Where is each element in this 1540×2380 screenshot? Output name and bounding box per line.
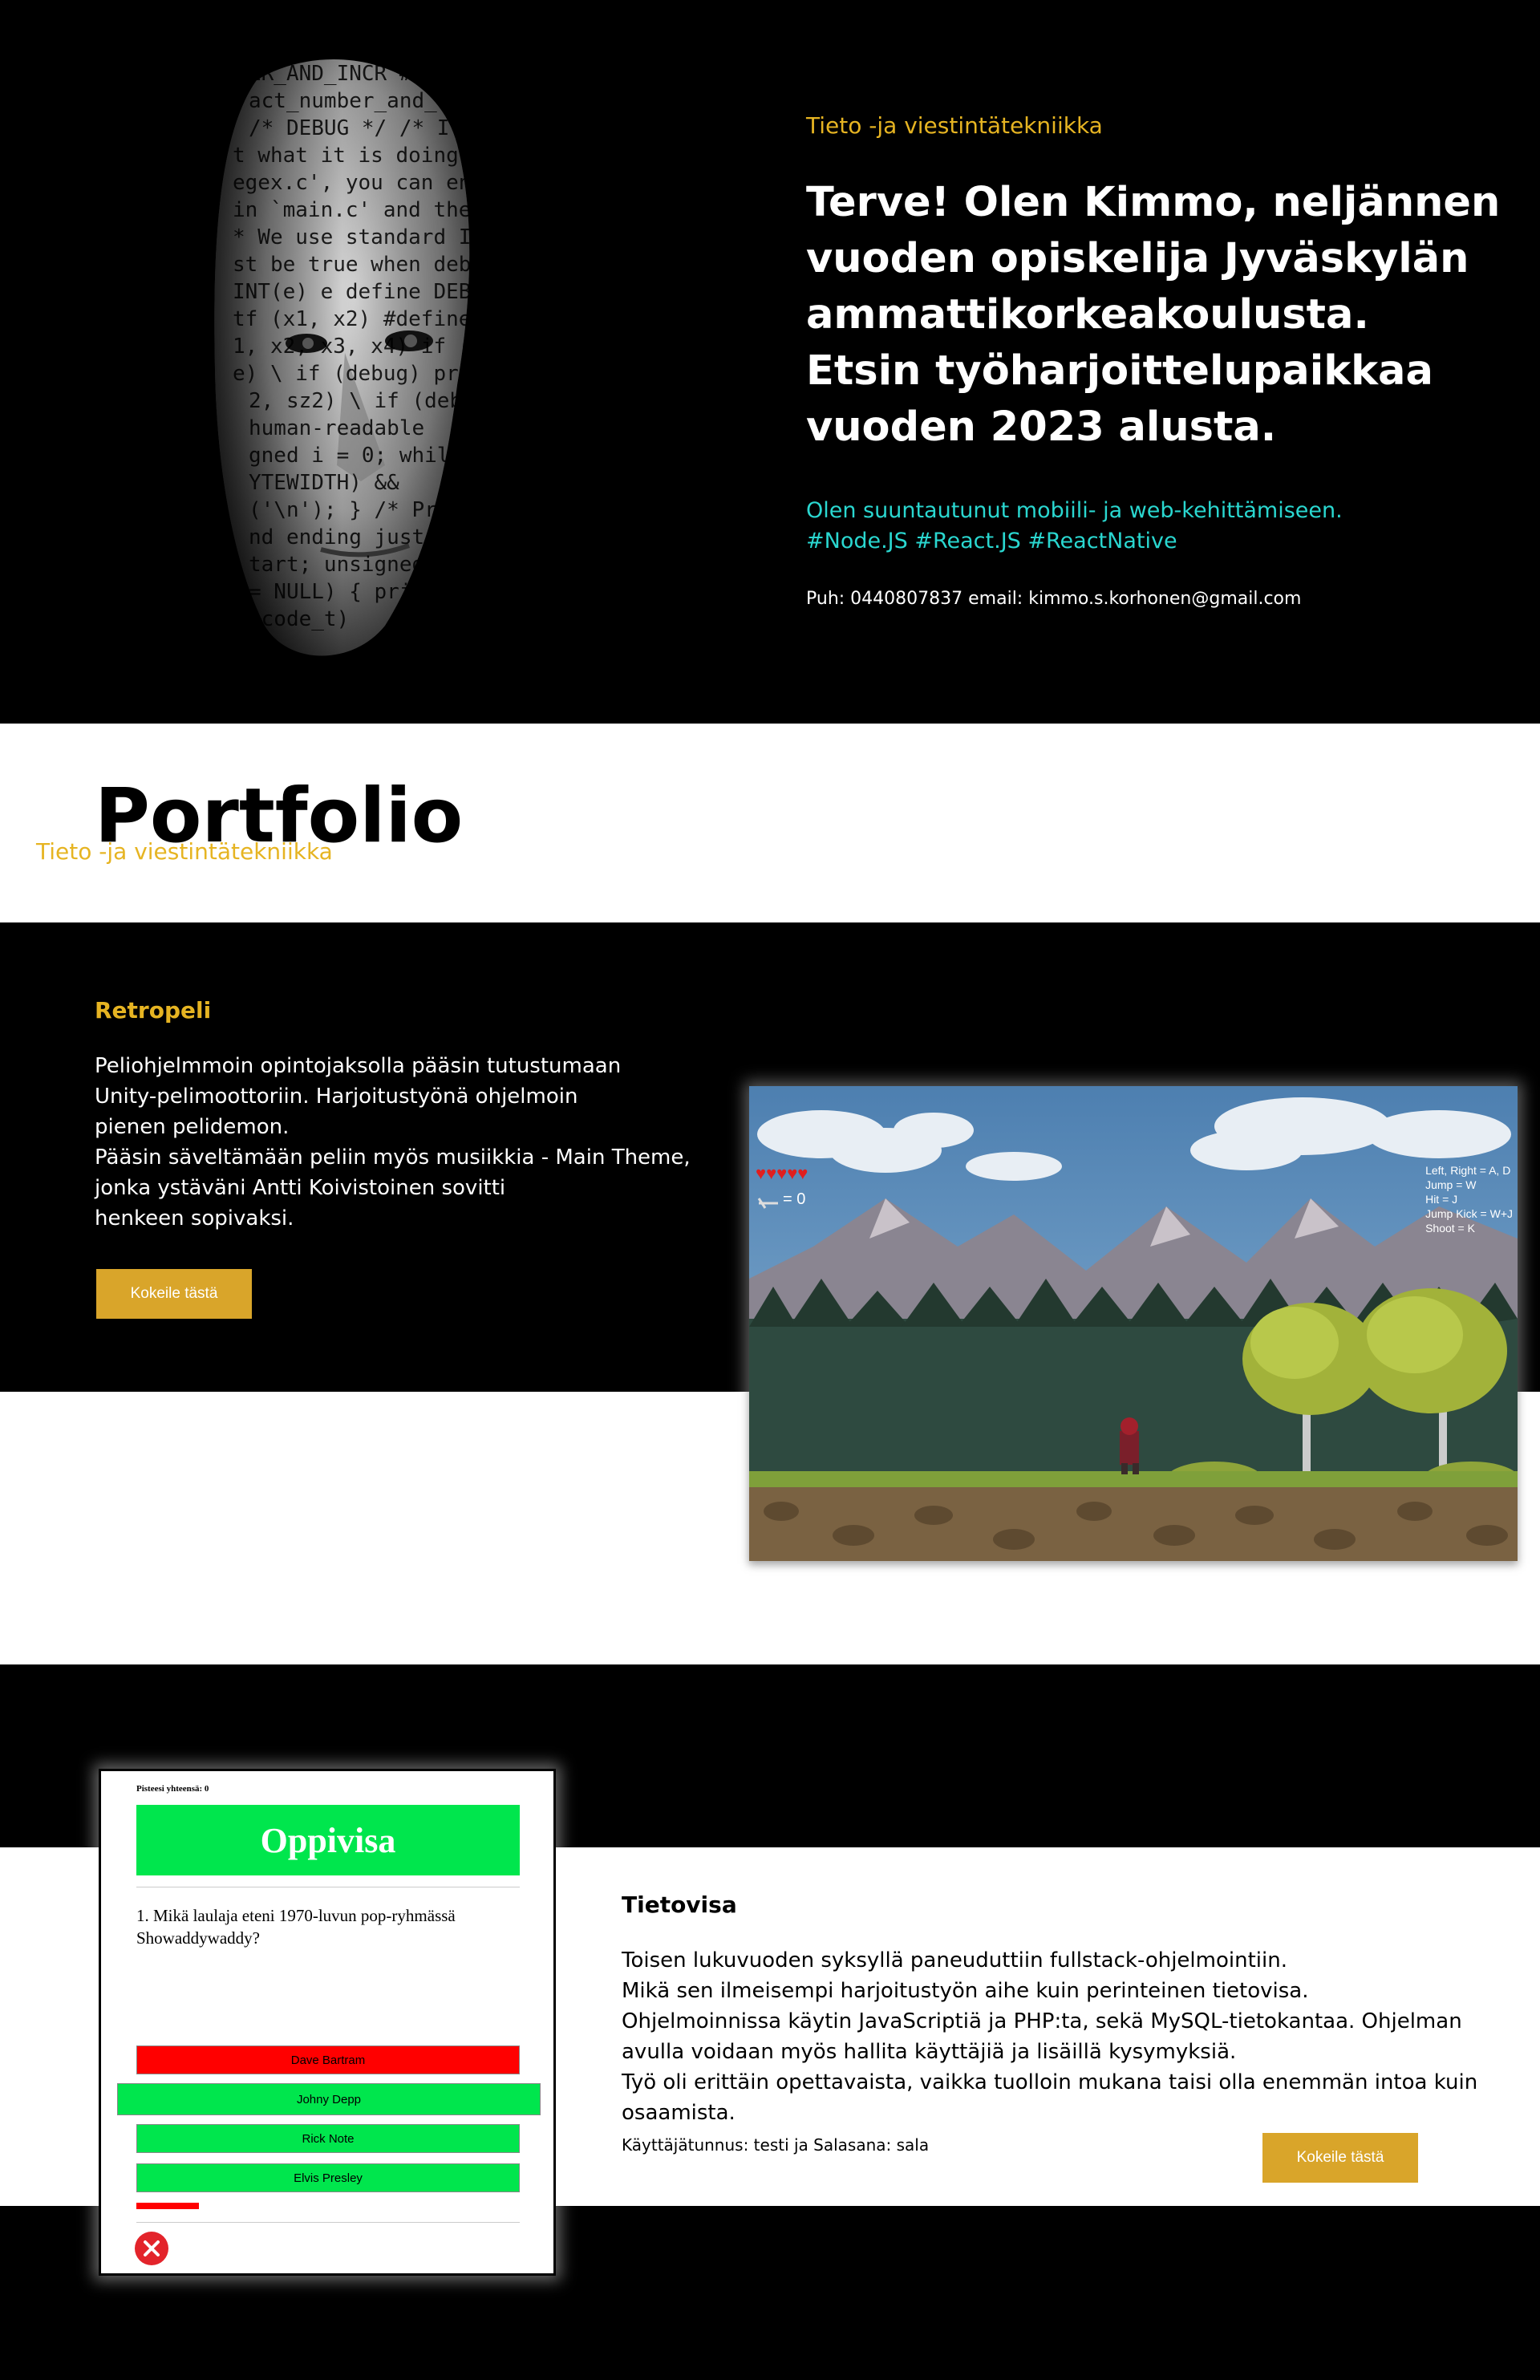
portrait-code-line: tf (x1, x2) #define DE — [233, 307, 473, 331]
portrait-code-line: ocode_t) — [249, 607, 349, 631]
portrait-code-line: * We use standard I/ — [233, 225, 473, 249]
ammo-count: = 0 — [783, 1190, 806, 1208]
quiz-banner: Oppivisa — [136, 1805, 520, 1875]
answer-button[interactable]: Johny Depp — [117, 2083, 541, 2115]
description-line: Peliohjelmmoin opintojaksolla pääsin tut… — [95, 1054, 622, 1078]
hero-title-line: Etsin työharjoittelupaikkaa — [806, 347, 1433, 395]
description-line: osaamista. — [622, 2101, 736, 2125]
description-line: Mikä sen ilmeisempi harjoitustyön aihe k… — [622, 1979, 1309, 2003]
description-line: Toisen lukuvuoden syksyllä paneuduttiin … — [622, 1948, 1287, 1973]
hero-title-line: ammattikorkeakoulusta. — [806, 291, 1369, 339]
retropeli-description: Peliohjelmmoin opintojaksolla pääsin tut… — [95, 1051, 704, 1234]
control-line: Left, Right = A, D — [1425, 1164, 1511, 1177]
retropeli-try-button[interactable]: Kokeile tästä — [96, 1269, 252, 1319]
hero-title: Terve! Olen Kimmo, neljännen vuoden opis… — [806, 175, 1501, 456]
portrait-code-line: 2, sz2) \ if (debug — [249, 389, 473, 413]
description-line: Unity-pelimoottoriin. Harjoitustyönä ohj… — [95, 1085, 578, 1109]
portrait-code-line: gned i = 0; while — [249, 444, 462, 468]
control-line: Jump Kick = W+J — [1425, 1207, 1513, 1220]
contact-info: Puh: 0440807837 email: kimmo.s.korhonen@… — [806, 589, 1302, 609]
description-line: Työ oli erittäin opettavaista, vaikka tu… — [622, 2070, 1478, 2094]
controls-help: Left, Right = A, D Jump = W Hit = J Jump… — [1425, 1163, 1513, 1235]
description-line: henkeen sopivaksi. — [95, 1206, 294, 1231]
hero-title-line: vuoden 2023 alusta. — [806, 403, 1277, 451]
portrait-code-line: nd ending just — [249, 525, 424, 549]
portrait-code-line: = NULL) { pri — [249, 580, 412, 604]
hero-title-line: vuoden opiskelija Jyväskylän — [806, 235, 1469, 282]
portrait-code-line: tart; unsigned — [249, 553, 424, 577]
control-line: Hit = J — [1425, 1193, 1458, 1206]
tietovisa-screenshot[interactable]: Pisteesi yhteensä: 0 Oppivisa 1. Mikä la… — [99, 1769, 556, 2276]
portrait-code-line: INT(e) e define DEBUG — [233, 280, 473, 304]
quiz-score: Pisteesi yhteensä: 0 — [136, 1784, 209, 1794]
control-line: Jump = W — [1425, 1178, 1477, 1191]
answer-button[interactable]: Elvis Presley — [136, 2163, 520, 2192]
answer-button[interactable]: Dave Bartram — [136, 2046, 520, 2074]
close-icon[interactable] — [135, 2232, 168, 2265]
test-credentials: Käyttäjätunnus: testi ja Salasana: sala — [622, 2135, 930, 2155]
answer-button[interactable]: Rick Note — [136, 2124, 520, 2153]
tietovisa-try-button[interactable]: Kokeile tästä — [1262, 2133, 1418, 2183]
hero-subtitle: Tieto -ja viestintätekniikka — [806, 112, 1103, 139]
portrait-code-line: e) \ if (debug) print_ — [233, 362, 473, 386]
retropeli-screenshot[interactable]: ♥♥♥♥♥ = 0 Left, Right = A, D Jump = W Hi… — [749, 1086, 1518, 1561]
control-line: Shoot = K — [1425, 1222, 1475, 1235]
focus-text: Olen suuntautunut mobiili- ja web-kehitt… — [806, 498, 1343, 523]
portrait-code-line: st be true when debu — [233, 253, 473, 277]
timer-bar — [136, 2203, 199, 2209]
hero-title-line: Terve! Olen Kimmo, neljännen — [806, 179, 1501, 226]
portrait-code-line: in `main.c' and the c — [233, 198, 473, 222]
description-line: Ohjelmoinnissa käytin JavaScriptiä ja PH… — [622, 2009, 1462, 2033]
tietovisa-title: Tietovisa — [622, 1891, 737, 1918]
tietovisa-description: Toisen lukuvuoden syksyllä paneuduttiin … — [622, 1945, 1488, 2128]
portrait-code-line: YTEWIDTH) && — [249, 471, 399, 495]
hero-section: ER_AND_INCR #d act_number_and_ /* DEBUG */… — [0, 0, 1540, 724]
portrait-code-line: ('\n'); } /* Prim — [249, 498, 462, 522]
portrait-code-line: 1, x2, x3, x4) if (debug — [233, 334, 473, 359]
retropeli-title: Retropeli — [95, 997, 212, 1024]
description-line: pienen pelidemon. — [95, 1115, 290, 1139]
portrait-code-line: t what it is doing (if — [233, 144, 473, 168]
divider — [136, 2222, 520, 2223]
portfolio-subtitle: Tieto -ja viestintätekniikka — [36, 838, 333, 865]
portrait-image: ER_AND_INCR #d act_number_and_ /* DEBUG */… — [201, 48, 534, 674]
portrait-code-line: /* DEBUG */ /* If D — [249, 116, 473, 140]
portrait-code-line: egex.c', you can ente — [233, 171, 473, 195]
hearts-health: ♥♥♥♥♥ — [756, 1163, 808, 1183]
tech-tags: #Node.JS #React.JS #ReactNative — [806, 529, 1177, 553]
description-line: Pääsin säveltämään peliin myös musiikkia… — [95, 1145, 691, 1170]
hero-focus: Olen suuntautunut mobiili- ja web-kehitt… — [806, 496, 1343, 557]
description-line: avulla voidaan myös hallita käyttäjiä ja… — [622, 2040, 1237, 2064]
quiz-question: 1. Mikä laulaja eteni 1970-luvun pop-ryh… — [136, 1906, 456, 1948]
portrait-code-line: act_number_and_ — [249, 89, 437, 113]
description-line: jonka ystäväni Antti Koivistoinen sovitt… — [95, 1176, 506, 1200]
portrait-code-line: ER_AND_INCR #d — [249, 62, 424, 86]
portrait-code-line: human-readable — [249, 416, 424, 440]
